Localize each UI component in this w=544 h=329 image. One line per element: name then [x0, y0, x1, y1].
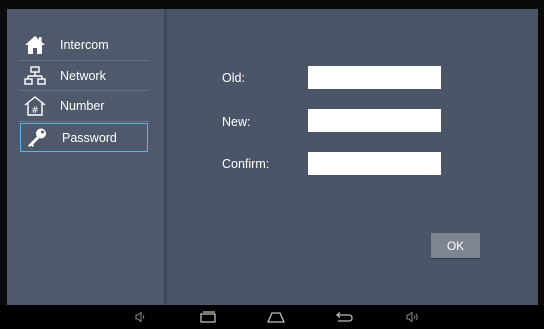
settings-screen: Intercom Network # Number Password Old: … — [7, 9, 538, 305]
confirm-password-field[interactable] — [308, 152, 441, 175]
ok-button[interactable]: OK — [431, 233, 480, 258]
confirm-password-label: Confirm: — [222, 157, 270, 171]
home-icon[interactable] — [261, 305, 291, 329]
sidebar-divider — [19, 121, 149, 122]
sidebar-item-intercom[interactable]: Intercom — [19, 31, 149, 58]
sidebar-item-label: Intercom — [60, 37, 109, 52]
old-password-field[interactable] — [308, 66, 441, 89]
sidebar-item-password[interactable]: Password — [20, 123, 148, 152]
new-password-field[interactable] — [308, 109, 441, 132]
android-navigation-bar — [0, 305, 544, 329]
recent-apps-icon[interactable] — [193, 305, 223, 329]
key-icon — [25, 126, 49, 150]
sidebar-item-network[interactable]: Network — [19, 62, 149, 89]
svg-text:#: # — [31, 106, 39, 116]
old-password-label: Old: — [222, 71, 245, 85]
number-icon: # — [23, 94, 47, 118]
volume-down-icon[interactable] — [126, 305, 156, 329]
volume-up-icon[interactable] — [398, 305, 428, 329]
sidebar-item-label: Network — [60, 68, 106, 83]
panel-divider — [164, 9, 167, 305]
home-icon — [23, 33, 47, 57]
sidebar-item-number[interactable]: # Number — [19, 92, 149, 119]
sidebar-divider — [19, 60, 149, 61]
sidebar-item-label: Password — [62, 130, 117, 145]
new-password-label: New: — [222, 115, 251, 129]
sidebar-divider — [19, 90, 149, 91]
back-icon[interactable] — [329, 305, 359, 329]
sidebar-item-label: Number — [60, 98, 105, 113]
network-icon — [23, 64, 47, 88]
sidebar: Intercom Network # Number Password — [7, 9, 164, 305]
